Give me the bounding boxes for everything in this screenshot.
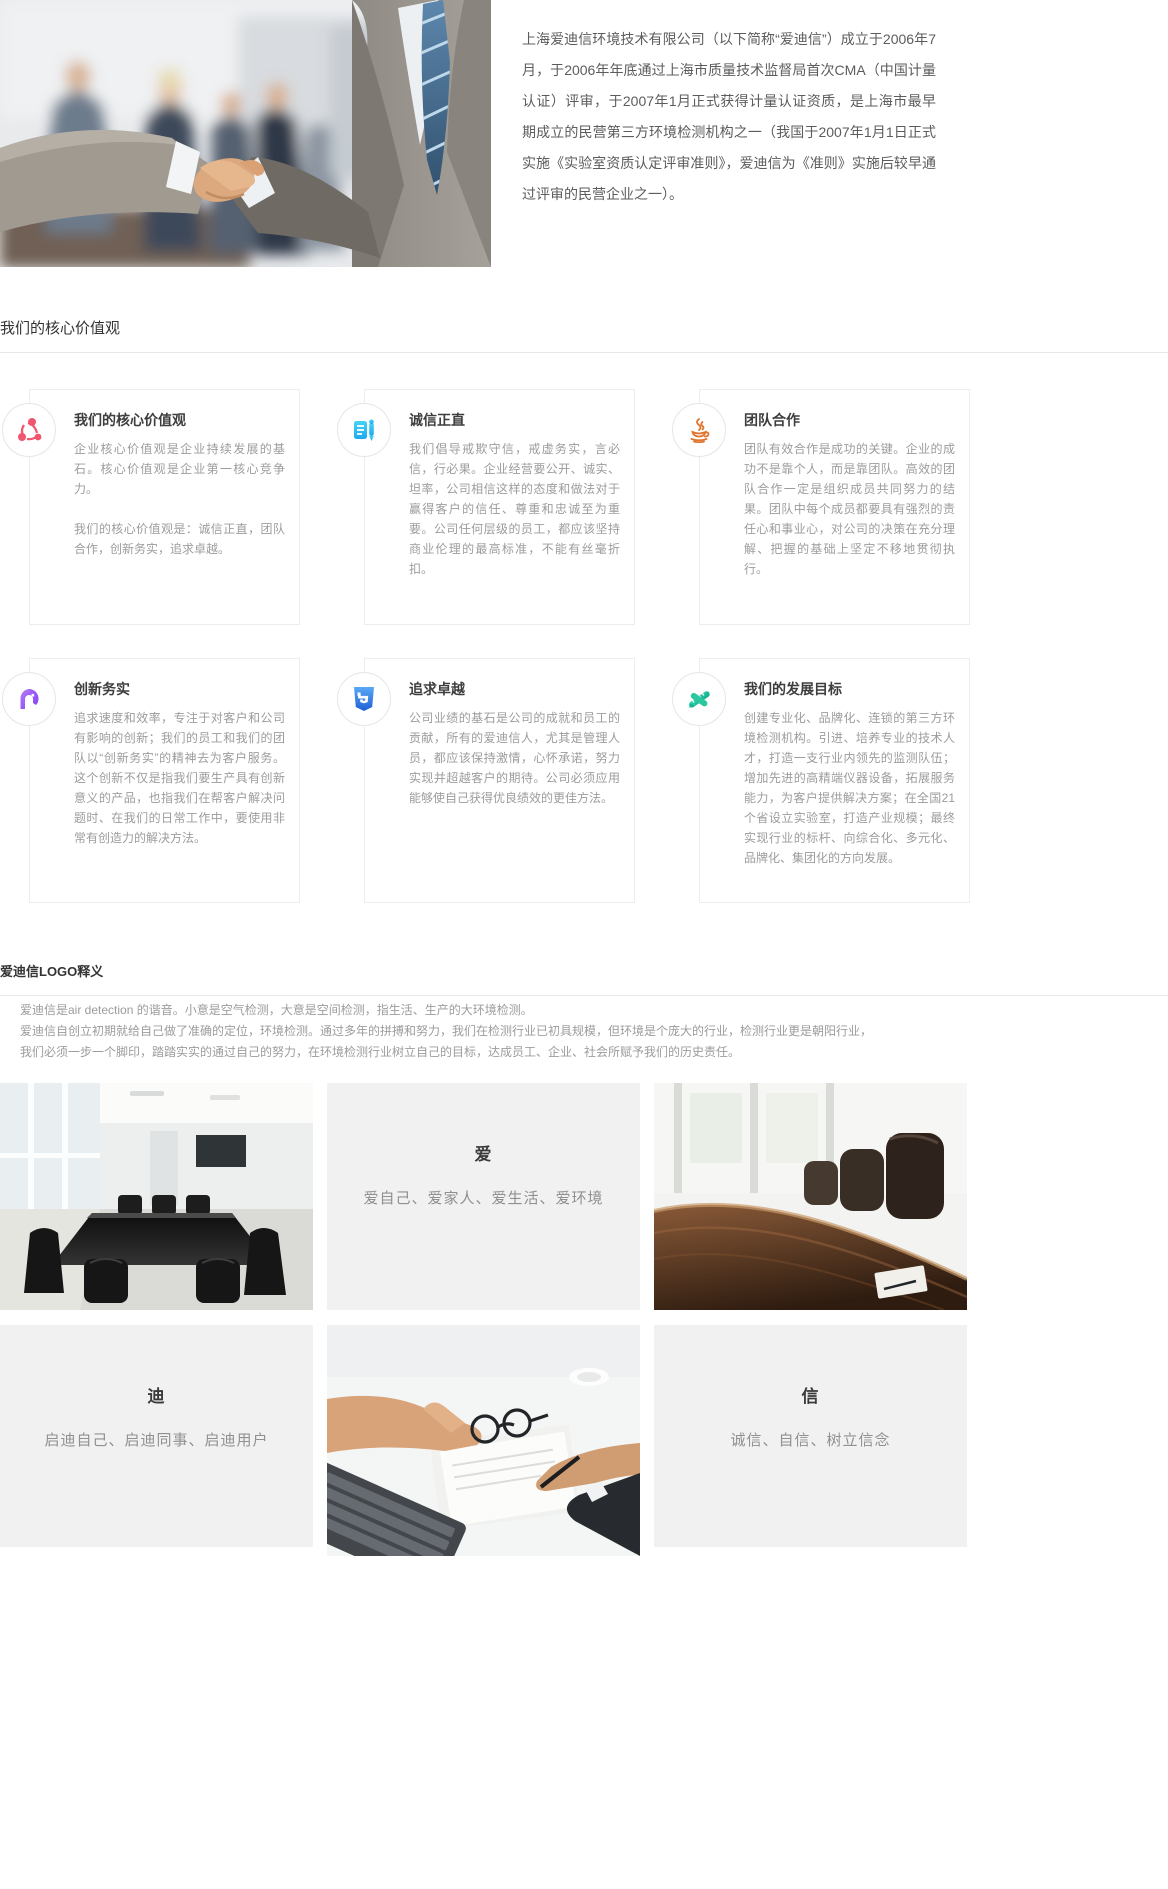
card-body: 我们倡导戒欺守信，戒虚务实，言必信，行必果。企业经营要公开、诚实、坦率，公司相信… bbox=[409, 439, 620, 579]
card-icon-badge bbox=[2, 672, 56, 726]
brand-block-trust: 信 诚信、自信、树立信念 bbox=[654, 1325, 967, 1547]
java-cup-icon bbox=[686, 417, 712, 443]
card-icon-badge bbox=[672, 672, 726, 726]
html5-shield-icon bbox=[351, 686, 377, 712]
elephant-icon bbox=[16, 686, 42, 712]
section-divider bbox=[0, 352, 1168, 353]
card-paragraph: 企业核心价值观是企业持续发展的基石。核心价值观是企业第一核心竞争力。 bbox=[74, 439, 285, 499]
brand-block-enlighten: 迪 启迪自己、启迪同事、启迪用户 bbox=[0, 1325, 313, 1547]
value-card-core-values: 我们的核心价值观 企业核心价值观是企业持续发展的基石。核心价值观是企业第一核心竞… bbox=[29, 389, 300, 625]
notebook-pencil-icon bbox=[351, 417, 377, 443]
card-icon-badge bbox=[337, 403, 391, 457]
card-title: 我们的核心价值观 bbox=[74, 410, 285, 430]
card-body: 公司业绩的基石是公司的成就和员工的贡献，所有的爱迪信人，尤其是管理人员，都应该保… bbox=[409, 708, 620, 808]
card-body: 创建专业化、品牌化、连锁的第三方环境检测机构。引进、培养专业的技术人才，打造一支… bbox=[744, 708, 955, 868]
card-paragraph: 我们倡导戒欺守信，戒虚务实，言必信，行必果。企业经营要公开、诚实、坦率，公司相信… bbox=[409, 439, 620, 579]
brand-block-subtitle: 启迪自己、启迪同事、启迪用户 bbox=[0, 1429, 313, 1450]
business-meeting-hands-photo bbox=[327, 1325, 640, 1556]
logo-meaning-line: 我们必须一步一个脚印，踏踏实实的通过自己的努力，在环境检测行业树立自己的目标，达… bbox=[20, 1042, 920, 1063]
card-body: 追求速度和效率，专注于对客户和公司有影响的创新；我们的员工和我们的团队以“创新务… bbox=[74, 708, 285, 848]
conference-table-illustration bbox=[654, 1083, 967, 1310]
value-card-integrity: 诚信正直 我们倡导戒欺守信，戒虚务实，言必信，行必果。企业经营要公开、诚实、坦率… bbox=[364, 389, 635, 625]
card-title: 我们的发展目标 bbox=[744, 679, 955, 699]
value-card-excellence: 追求卓越 公司业绩的基石是公司的成就和员工的贡献，所有的爱迪信人，尤其是管理人员… bbox=[364, 658, 635, 903]
meeting-room-photo bbox=[0, 1083, 313, 1310]
card-title: 创新务实 bbox=[74, 679, 285, 699]
card-body: 团队有效合作是成功的关键。企业的成功不是靠个人，而是靠团队。高效的团队合作一定是… bbox=[744, 439, 955, 579]
brand-block-love: 爱 爱自己、爱家人、爱生活、爱环境 bbox=[327, 1083, 640, 1310]
pencil-ruler-icon bbox=[686, 686, 712, 712]
brand-block-title: 信 bbox=[654, 1382, 967, 1407]
card-paragraph: 我们的核心价值观是：诚信正直，团队合作，创新务实，追求卓越。 bbox=[74, 519, 285, 559]
card-paragraph: 团队有效合作是成功的关键。企业的成功不是靠个人，而是靠团队。高效的团队合作一定是… bbox=[744, 439, 955, 579]
card-body: 企业核心价值观是企业持续发展的基石。核心价值观是企业第一核心竞争力。 我们的核心… bbox=[74, 439, 285, 559]
card-icon-badge bbox=[672, 403, 726, 457]
brand-block-subtitle: 诚信、自信、树立信念 bbox=[654, 1429, 967, 1450]
share-nodes-icon bbox=[16, 417, 42, 443]
card-paragraph: 公司业绩的基石是公司的成就和员工的贡献，所有的爱迪信人，尤其是管理人员，都应该保… bbox=[409, 708, 620, 808]
card-icon-badge bbox=[337, 672, 391, 726]
company-intro-paragraph: 上海爱迪信环境技术有限公司（以下简称“爱迪信”）成立于2006年7月，于2006… bbox=[522, 24, 936, 210]
section-divider bbox=[0, 995, 1168, 996]
brand-block-title: 爱 bbox=[327, 1140, 640, 1165]
logo-meaning-section-title: 爱迪信LOGO释义 bbox=[0, 961, 103, 980]
card-paragraph: 创建专业化、品牌化、连锁的第三方环境检测机构。引进、培养专业的技术人才，打造一支… bbox=[744, 708, 955, 868]
core-values-section-title: 我们的核心价值观 bbox=[0, 317, 120, 338]
value-card-teamwork: 团队合作 团队有效合作是成功的关键。企业的成功不是靠个人，而是靠团队。高效的团队… bbox=[699, 389, 970, 625]
logo-meaning-paragraph: 爱迪信是air detection 的谐音。小意是空气检测，大意是空间检测，指生… bbox=[20, 1000, 920, 1063]
brand-block-title: 迪 bbox=[0, 1382, 313, 1407]
handshake-hero-photo bbox=[0, 0, 491, 267]
logo-meaning-line: 爱迪信自创立初期就给自己做了准确的定位，环境检测。通过多年的拼搏和努力，我们在检… bbox=[20, 1021, 920, 1042]
card-title: 诚信正直 bbox=[409, 410, 620, 430]
conference-table-photo bbox=[654, 1083, 967, 1310]
value-card-innovation: 创新务实 追求速度和效率，专注于对客户和公司有影响的创新；我们的员工和我们的团队… bbox=[29, 658, 300, 903]
logo-meaning-line: 爱迪信是air detection 的谐音。小意是空气检测，大意是空间检测，指生… bbox=[20, 1000, 920, 1021]
value-card-development-goals: 我们的发展目标 创建专业化、品牌化、连锁的第三方环境检测机构。引进、培养专业的技… bbox=[699, 658, 970, 903]
handshake-photo-illustration bbox=[0, 0, 491, 267]
meeting-room-illustration bbox=[0, 1083, 313, 1310]
card-paragraph: 追求速度和效率，专注于对客户和公司有影响的创新；我们的员工和我们的团队以“创新务… bbox=[74, 708, 285, 848]
card-title: 团队合作 bbox=[744, 410, 955, 430]
business-hands-illustration bbox=[327, 1325, 640, 1556]
card-icon-badge bbox=[2, 403, 56, 457]
card-title: 追求卓越 bbox=[409, 679, 620, 699]
brand-block-subtitle: 爱自己、爱家人、爱生活、爱环境 bbox=[327, 1187, 640, 1208]
